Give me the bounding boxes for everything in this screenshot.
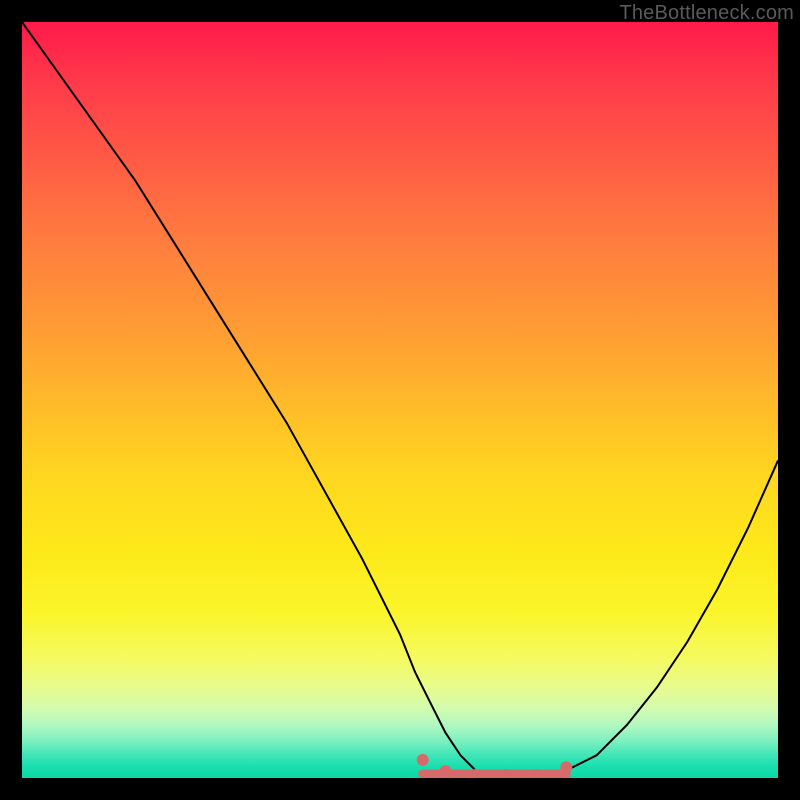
curve-layer bbox=[22, 22, 778, 778]
curve-left-arm bbox=[22, 22, 536, 778]
curve-right-arm bbox=[491, 461, 778, 779]
plot-area bbox=[22, 22, 778, 778]
tolerance-marker bbox=[560, 761, 572, 773]
watermark-text: TheBottleneck.com bbox=[619, 2, 794, 25]
chart-frame: TheBottleneck.com bbox=[0, 0, 800, 800]
tolerance-marker bbox=[439, 765, 451, 777]
chart-svg bbox=[22, 22, 778, 778]
tolerance-marker bbox=[417, 754, 429, 766]
